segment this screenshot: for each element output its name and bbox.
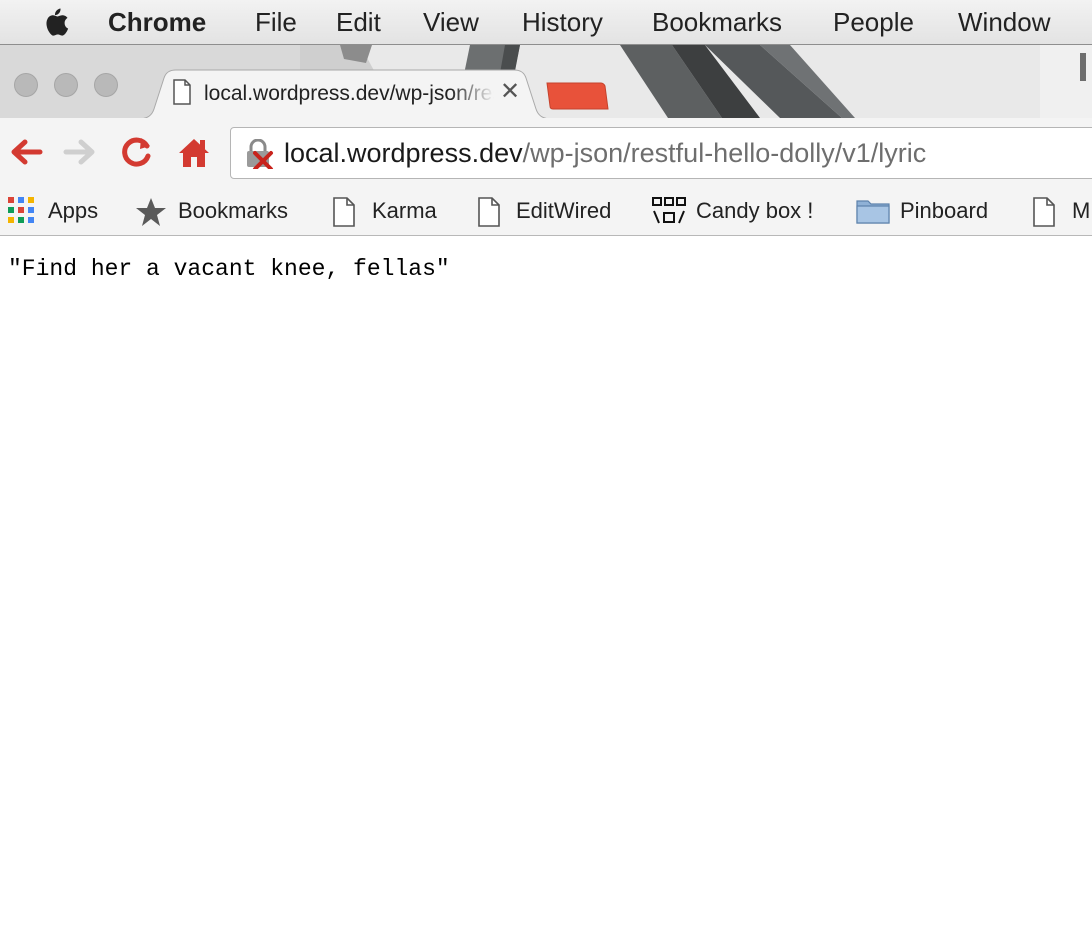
- apple-icon[interactable]: [40, 6, 70, 38]
- bookmark-karma[interactable]: Karma: [332, 194, 447, 228]
- tab-active[interactable]: local.wordpress.dev/wp-json/restful-hell…: [138, 69, 552, 118]
- bookmark-label: Bookmarks: [178, 198, 289, 223]
- bookmark-candy-box[interactable]: Candy box !: [652, 194, 832, 228]
- document-icon: [478, 197, 500, 227]
- folder-icon: [856, 200, 890, 224]
- document-icon: [333, 197, 355, 227]
- insecure-lock-icon[interactable]: [245, 139, 275, 169]
- address-bar[interactable]: local.wordpress.dev/wp-json/restful-hell…: [230, 127, 1092, 179]
- menu-edit[interactable]: Edit: [336, 6, 381, 38]
- minimize-window-button[interactable]: [54, 73, 78, 97]
- home-icon[interactable]: [176, 134, 212, 170]
- macos-menu-bar: Chrome File Edit View History Bookmarks …: [0, 0, 1092, 45]
- document-icon: [1033, 197, 1055, 227]
- bookmark-label: Pinboard: [900, 198, 989, 223]
- close-window-button[interactable]: [14, 73, 38, 97]
- bookmark-label: EditWired: [516, 198, 612, 223]
- tab-strip: local.wordpress.dev/wp-json/restful-hell…: [0, 45, 1092, 118]
- close-icon[interactable]: ✕: [500, 79, 520, 105]
- bookmark-m[interactable]: M: [1032, 194, 1092, 228]
- reload-icon[interactable]: [119, 134, 155, 170]
- bookmark-editwired[interactable]: EditWired: [477, 194, 627, 228]
- bookmark-label: Apps: [48, 198, 99, 223]
- bookmark-label: M: [1072, 198, 1091, 223]
- menu-bookmarks[interactable]: Bookmarks: [652, 6, 782, 38]
- apps-grid-icon: [8, 197, 34, 223]
- browser-toolbar: local.wordpress.dev/wp-json/restful-hell…: [0, 118, 1092, 188]
- menu-chrome[interactable]: Chrome: [108, 6, 206, 38]
- back-arrow-icon[interactable]: [8, 134, 44, 170]
- menu-history[interactable]: History: [522, 6, 603, 38]
- url-text[interactable]: local.wordpress.dev/wp-json/restful-hell…: [284, 136, 926, 170]
- zoom-window-button[interactable]: [94, 73, 118, 97]
- bookmark-label: Karma: [372, 198, 437, 223]
- forward-arrow-icon[interactable]: [62, 134, 98, 170]
- json-response-text: "Find her a vacant knee, fellas": [8, 256, 450, 282]
- bookmark-label: Candy box !: [696, 198, 814, 223]
- bookmark-bookmarks[interactable]: Bookmarks: [135, 194, 305, 228]
- bookmarks-bar: Apps Bookmarks Karma EditWired Candy box…: [0, 188, 1092, 236]
- page-icon: [173, 79, 191, 105]
- new-tab-button[interactable]: [545, 81, 609, 111]
- menu-file[interactable]: File: [255, 6, 297, 38]
- star-icon: [136, 198, 166, 226]
- url-path: /wp-json/restful-hello-dolly/v1/lyric: [522, 138, 927, 168]
- tab-title: local.wordpress.dev/wp-json/restful-hell…: [204, 82, 494, 105]
- bookmark-pinboard[interactable]: Pinboard: [856, 194, 1001, 228]
- menu-window[interactable]: Window: [958, 6, 1050, 38]
- url-host: local.wordpress.dev: [284, 138, 523, 168]
- menu-people[interactable]: People: [833, 6, 914, 38]
- bookmark-apps[interactable]: Apps: [8, 194, 108, 228]
- menu-view[interactable]: View: [423, 6, 479, 38]
- candy-box-icon: [652, 197, 686, 224]
